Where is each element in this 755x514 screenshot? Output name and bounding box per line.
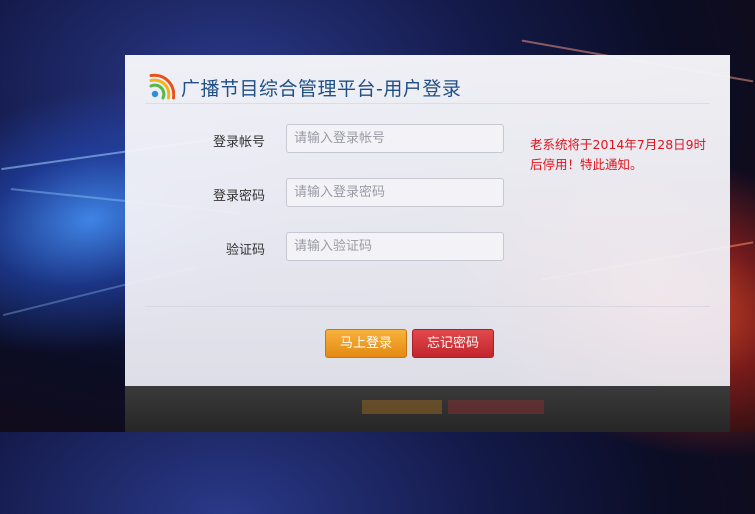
forgot-password-button[interactable]: 忘记密码 — [412, 329, 494, 358]
system-notice: 老系统将于2014年7月28日9时后停用！特此通知。 — [530, 137, 707, 172]
divider — [145, 306, 710, 307]
captcha-label: 验证码 — [225, 243, 265, 258]
login-panel: 广播节目综合管理平台-用户登录 登录帐号 登录密码 验证码 老系统将于2014年… — [125, 55, 730, 386]
forgot-button-reflection — [448, 400, 544, 414]
panel-reflection-footer — [125, 386, 730, 432]
password-row: 登录密码 — [125, 178, 525, 209]
captcha-input[interactable] — [286, 232, 504, 261]
password-label: 登录密码 — [212, 189, 265, 204]
page-title: 广播节目综合管理平台-用户登录 — [181, 77, 462, 100]
divider — [145, 103, 710, 104]
account-input[interactable] — [286, 124, 504, 153]
captcha-row: 验证码 — [125, 232, 525, 263]
password-input[interactable] — [286, 178, 504, 207]
title-bar: 广播节目综合管理平台-用户登录 — [147, 72, 461, 102]
broadcast-signal-logo-icon — [149, 73, 175, 100]
login-button-reflection — [362, 400, 442, 414]
account-label: 登录帐号 — [212, 135, 265, 150]
login-button[interactable]: 马上登录 — [325, 329, 407, 358]
account-row: 登录帐号 — [125, 124, 525, 155]
